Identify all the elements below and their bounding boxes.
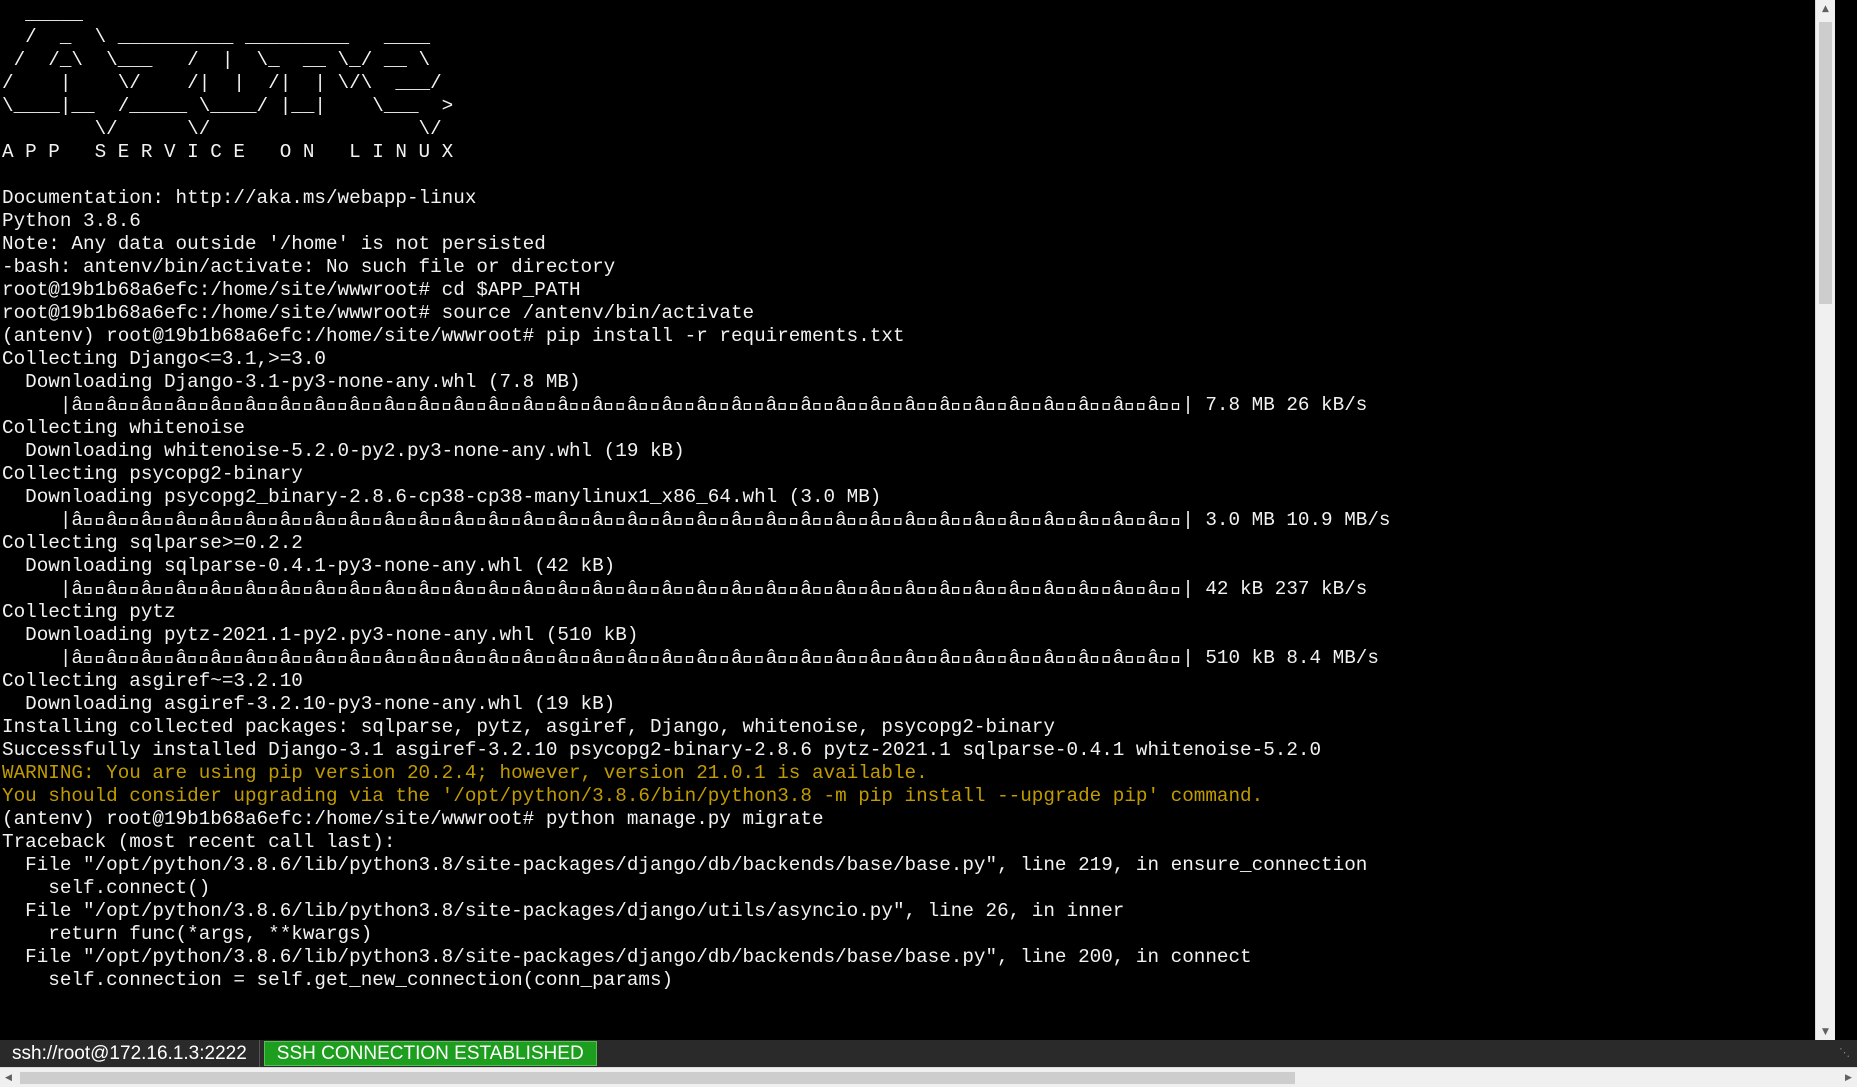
terminal-line: -bash: antenv/bin/activate: No such file… [2,256,616,278]
terminal-line: self.connection = self.get_new_connectio… [2,969,674,991]
terminal-line: \____|__ /_____ \____/ |__| \___ > [2,95,454,117]
scroll-up-icon[interactable]: ▲ [1816,0,1835,17]
terminal-line: File "/opt/python/3.8.6/lib/python3.8/si… [2,946,1252,968]
terminal-line: |â  â  â  â  â  â  â  â  â  â  â  â  â  … [2,578,1368,600]
terminal-line: |â  â  â  â  â  â  â  â  â  â  â  â  â  … [2,647,1379,669]
terminal-line: Downloading psycopg2_binary-2.8.6-cp38-c… [2,486,882,508]
terminal-line: WARNING: You are using pip version 20.2.… [2,762,928,784]
ssh-address: ssh://root@172.16.1.3:2222 [0,1040,260,1067]
terminal-line: self.connect() [2,877,211,899]
vertical-scroll-thumb[interactable] [1819,22,1832,304]
terminal-line: Downloading pytz-2021.1-py2.py3-none-any… [2,624,639,646]
terminal-line: / _ \ __________ _________ ____ [2,26,431,48]
terminal-line: Collecting whitenoise [2,417,245,439]
terminal-line: You should consider upgrading via the '/… [2,785,1264,807]
terminal-line: A P P S E R V I C E O N L I N U X [2,141,454,163]
terminal-line: Collecting sqlparse>=0.2.2 [2,532,303,554]
terminal-line: Downloading sqlparse-0.4.1-py3-none-any.… [2,555,616,577]
terminal-line: Documentation: http://aka.ms/webapp-linu… [2,187,477,209]
terminal-line: Downloading Django-3.1-py3-none-any.whl … [2,371,581,393]
terminal-line: |â  â  â  â  â  â  â  â  â  â  â  â  â  … [2,394,1368,416]
scroll-right-icon[interactable]: ▶ [1840,1068,1857,1087]
terminal-line: / /_\ \___ / | \_ __ \_/ __ \ [2,49,431,71]
terminal-line: |â  â  â  â  â  â  â  â  â  â  â  â  â  … [2,509,1391,531]
resize-grip-icon[interactable]: ⋱ [1839,1046,1853,1060]
terminal-line: root@19b1b68a6efc:/home/site/wwwroot# so… [2,302,755,324]
terminal-line: Successfully installed Django-3.1 asgire… [2,739,1322,761]
terminal-line: Python 3.8.6 [2,210,141,232]
terminal-line: (antenv) root@19b1b68a6efc:/home/site/ww… [2,325,905,347]
terminal-line: Traceback (most recent call last): [2,831,396,853]
terminal-line: Downloading whitenoise-5.2.0-py2.py3-non… [2,440,685,462]
vertical-scrollbar[interactable]: ▲ ▼ [1815,0,1835,1040]
terminal-line: Note: Any data outside '/home' is not pe… [2,233,546,255]
terminal-line: Installing collected packages: sqlparse,… [2,716,1055,738]
terminal-line: File "/opt/python/3.8.6/lib/python3.8/si… [2,854,1368,876]
connection-status-badge: SSH CONNECTION ESTABLISHED [263,1041,597,1066]
terminal-line: File "/opt/python/3.8.6/lib/python3.8/si… [2,900,1125,922]
terminal-line: Downloading asgiref-3.2.10-py3-none-any.… [2,693,616,715]
terminal-line: Collecting psycopg2-binary [2,463,303,485]
terminal-lines: _____ / _ \ __________ _________ ____ / … [2,3,1390,992]
terminal-line: _____ [2,3,83,25]
terminal-line: Collecting pytz [2,601,176,623]
terminal-line: \/ \/ \/ [2,118,442,140]
horizontal-scroll-thumb[interactable] [20,1072,1295,1084]
scroll-down-icon[interactable]: ▼ [1816,1023,1835,1040]
terminal-line: root@19b1b68a6efc:/home/site/wwwroot# cd… [2,279,581,301]
terminal-line: (antenv) root@19b1b68a6efc:/home/site/ww… [2,808,824,830]
terminal-line: return func(*args, **kwargs) [2,923,373,945]
terminal-output[interactable]: _____ / _ \ __________ _________ ____ / … [0,0,1815,1040]
terminal-line: / | \/ /| | /| | \/\ ___/ [2,72,442,94]
terminal-line: Collecting Django<=3.1,>=3.0 [2,348,326,370]
terminal-line: Collecting asgiref~=3.2.10 [2,670,303,692]
status-bar: ssh://root@172.16.1.3:2222 SSH CONNECTIO… [0,1040,1857,1067]
horizontal-scrollbar[interactable]: ◀ ▶ [0,1067,1857,1087]
scroll-left-icon[interactable]: ◀ [0,1068,17,1087]
